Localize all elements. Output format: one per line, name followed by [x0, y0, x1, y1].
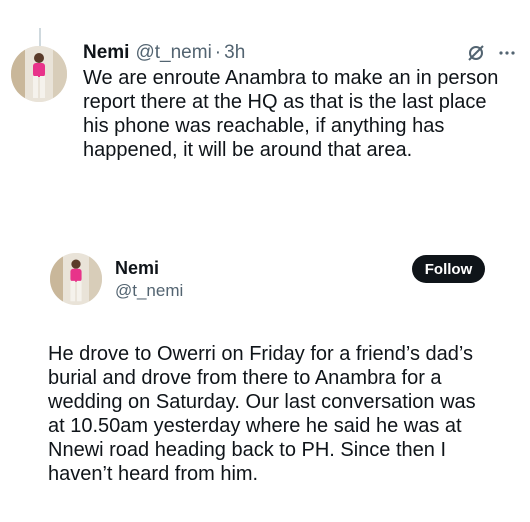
author-handle[interactable]: @t_nemi [135, 42, 211, 64]
tweet-text: He drove to Owerri on Friday for a frien… [48, 343, 476, 485]
follow-button[interactable]: Follow [412, 255, 485, 283]
author-handle[interactable]: @t_nemi [115, 281, 183, 301]
grok-icon[interactable] [466, 43, 486, 63]
tweet-header: Nemi @t_nemi · 3h [83, 40, 516, 66]
avatar-photo [50, 253, 102, 305]
author-name[interactable]: Nemi [83, 42, 129, 64]
tweet-timestamp[interactable]: 3h [224, 42, 245, 64]
avatar[interactable] [11, 46, 67, 102]
avatar[interactable] [50, 253, 102, 305]
more-icon[interactable] [498, 50, 516, 56]
avatar-photo [11, 46, 67, 102]
tweet-text: We are enroute Anambra to make an in per… [83, 67, 499, 161]
author-name[interactable]: Nemi [115, 258, 159, 279]
separator-dot: · [214, 42, 222, 63]
